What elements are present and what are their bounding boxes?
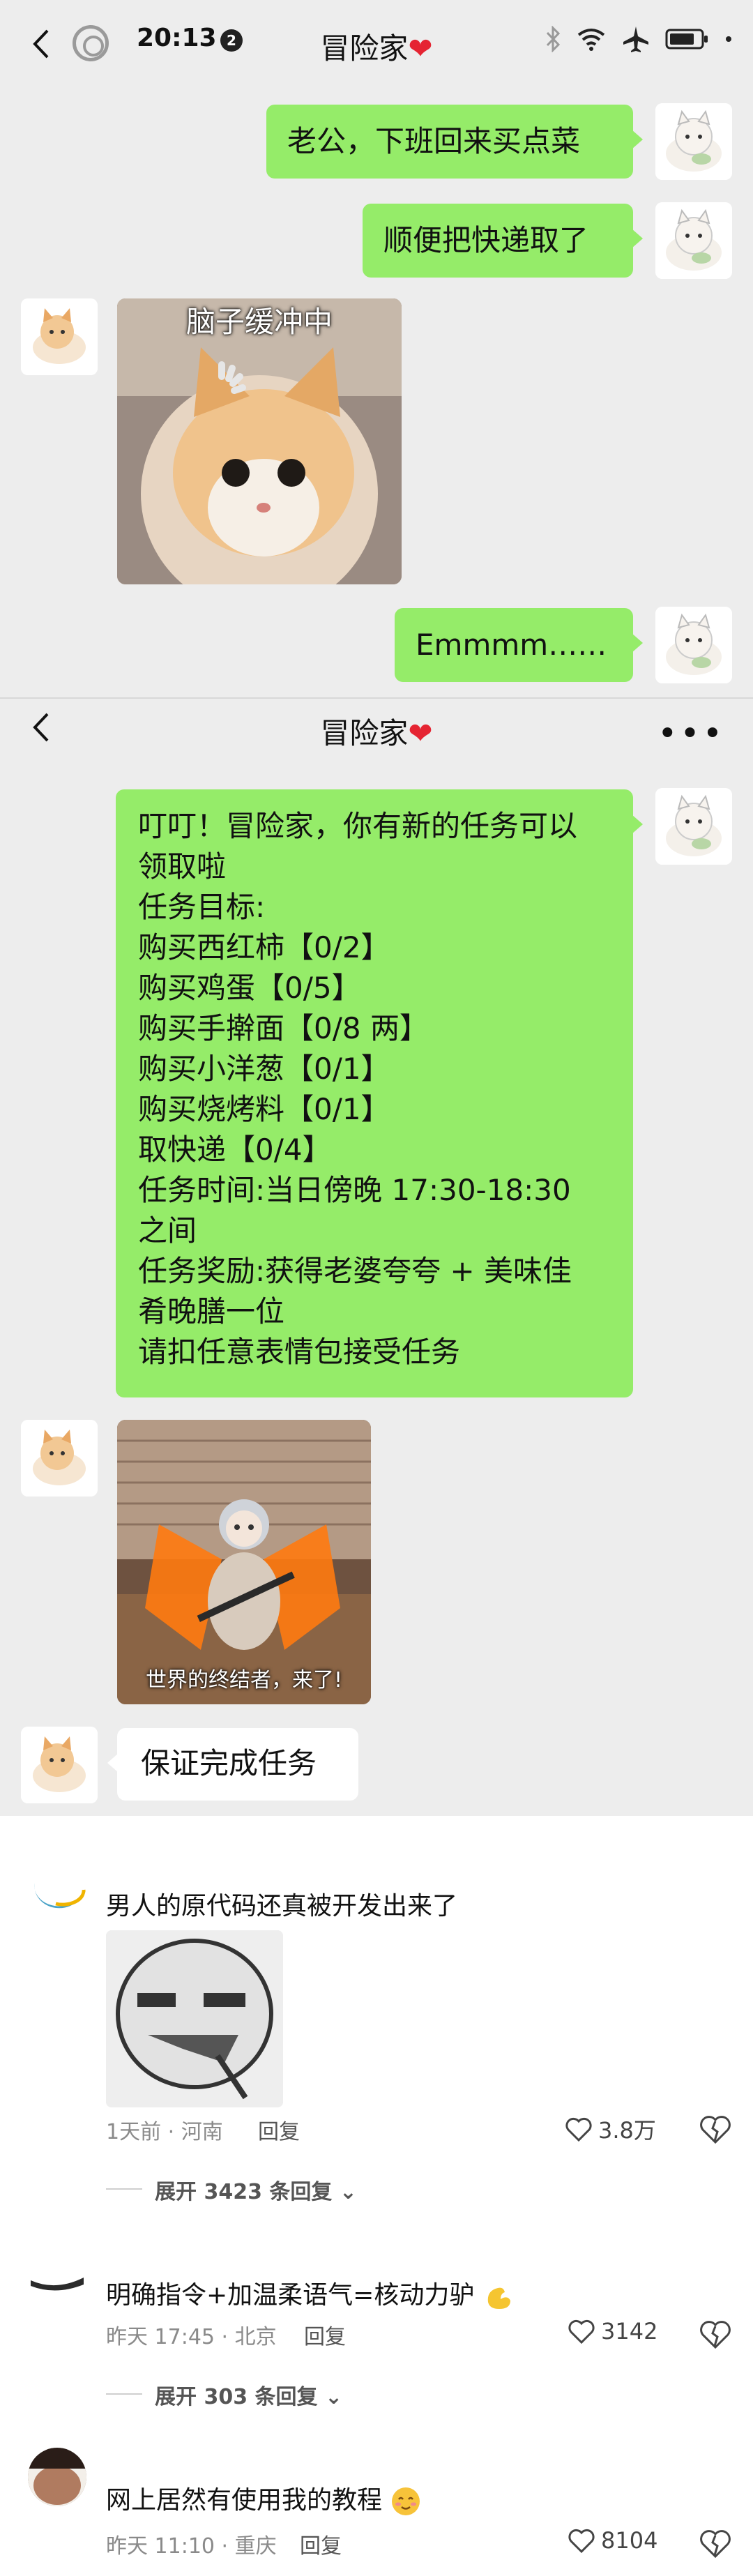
expand-text: 展开 3423 条回复: [155, 2180, 333, 2204]
cat-warrior-photo-icon: [117, 1420, 371, 1704]
reply-button[interactable]: 回复: [300, 2529, 342, 2559]
battery-icon: [665, 29, 708, 50]
expand-text: 展开 303 条回复: [155, 2385, 318, 2409]
status-and-title-bar: 20:13 2 冒险家❤: [0, 0, 753, 91]
commenter-avatar[interactable]: [28, 2252, 86, 2311]
task-line: 购买西红柿【0/2】: [138, 930, 390, 964]
like-count: 3.8万: [598, 2117, 656, 2144]
like-count: 8104: [601, 2527, 658, 2554]
cat-avatar-icon: [655, 607, 732, 683]
comment-text: 明确指令+加温柔语气=核动力驴: [106, 2275, 513, 2312]
face-avatar-icon: [28, 2448, 86, 2506]
sticker-terminator-cat[interactable]: 世界的终结者，来了!: [117, 1420, 371, 1704]
like-button[interactable]: 3142: [568, 2318, 657, 2344]
task-line: 领取啦: [138, 849, 227, 884]
sticker-caption: 脑子缓冲中: [185, 305, 333, 339]
my-avatar[interactable]: [655, 788, 732, 865]
meme-face-icon: [106, 1930, 283, 2107]
chevron-down-icon: ⌄: [339, 2180, 357, 2204]
sticker-buffering-cat[interactable]: 脑子缓冲中: [117, 298, 402, 584]
dislike-icon[interactable]: [699, 2113, 732, 2145]
sticker-caption: 世界的终结者，来了!: [145, 1668, 343, 1692]
chat-title-text: 冒险家: [320, 31, 409, 66]
comment-text-content: 网上居然有使用我的教程: [106, 2486, 383, 2515]
message-text: 老公，下班回来买点菜: [287, 124, 581, 158]
comment-text: 网上居然有使用我的教程: [106, 2480, 422, 2517]
message-bubble-received[interactable]: 保证完成任务: [107, 1728, 358, 1801]
cat-avatar-icon: [655, 788, 732, 865]
message-text: Emmmm……: [416, 628, 607, 662]
task-line: 购买手擀面【0/8 两】: [138, 1011, 429, 1045]
orange-cat-avatar-icon: [21, 1727, 98, 1803]
task-line: 取快递【0/4】: [138, 1132, 332, 1167]
comment-meta: 昨天 17:45 · 北京: [106, 2325, 277, 2349]
task-line: 之间: [138, 1213, 197, 1248]
task-line: 任务奖励:获得老婆夸夸 + 美味佳: [138, 1254, 572, 1288]
chevron-down-icon: ⌄: [324, 2385, 343, 2409]
task-line: 叮叮！冒险家，你有新的任务可以: [138, 809, 578, 843]
commenter-avatar[interactable]: [28, 2448, 86, 2506]
bluetooth-icon: [546, 26, 561, 52]
comment-text: 男人的原代码还真被开发出来了: [106, 1892, 458, 1920]
message-bubble-sent[interactable]: 顺便把快递取了: [363, 204, 643, 278]
dislike-icon[interactable]: [699, 2527, 732, 2559]
task-message-bubble[interactable]: 叮叮！冒险家，你有新的任务可以 领取啦 任务目标: 购买西红柿【0/2】 购买鸡…: [116, 789, 643, 1397]
reply-button[interactable]: 回复: [304, 2319, 346, 2350]
reply-button[interactable]: 回复: [258, 2114, 300, 2145]
message-bubble-sent[interactable]: 老公，下班回来买点菜: [266, 105, 643, 179]
task-line: 肴晚膳一位: [138, 1294, 285, 1328]
expand-line: [106, 2188, 142, 2190]
wifi-icon: [577, 29, 605, 51]
task-line: 任务时间:当日傍晚 17:30-18:30: [138, 1173, 571, 1207]
heart-outline-icon: [568, 2319, 595, 2344]
message-text: 顺便把快递取了: [383, 223, 589, 257]
comment-text-content: 明确指令+加温柔语气=核动力驴: [106, 2281, 475, 2310]
my-avatar[interactable]: [655, 202, 732, 279]
orange-cat-avatar-icon: [21, 298, 98, 375]
expand-replies-button[interactable]: 展开 3423 条回复 ⌄: [155, 2174, 357, 2205]
message-bubble-sent[interactable]: Emmmm……: [395, 608, 643, 682]
task-line: 购买鸡蛋【0/5】: [138, 971, 361, 1005]
cat-avatar-icon: [655, 103, 732, 180]
blush-emoji-icon: [392, 2487, 420, 2515]
comment-meta: 1天前 · 河南: [106, 2120, 223, 2144]
commenter-avatar[interactable]: [28, 1855, 86, 1914]
heart-outline-icon: [568, 2529, 595, 2554]
partner-avatar[interactable]: [21, 298, 98, 375]
like-count: 3142: [601, 2318, 658, 2344]
chat-title: 冒险家❤: [0, 710, 753, 752]
task-line: 购买烧烤料【0/1】: [138, 1092, 390, 1126]
partner-avatar[interactable]: [21, 1727, 98, 1803]
airplane-icon: [623, 26, 648, 52]
more-options-icon[interactable]: •••: [657, 714, 725, 753]
dark-arc-avatar-icon: [28, 2252, 86, 2311]
strong-arm-emoji-icon: [487, 2287, 510, 2309]
task-line: 请扣任意表情包接受任务: [138, 1335, 461, 1369]
cat-avatar-icon: [655, 202, 732, 279]
task-line: 任务目标:: [138, 890, 266, 924]
comment-meme-image[interactable]: [106, 1930, 283, 2107]
task-line: 购买小洋葱【0/1】: [138, 1052, 390, 1086]
message-text: 保证完成任务: [141, 1746, 317, 1780]
chat-title-text: 冒险家: [320, 716, 409, 750]
expand-replies-button[interactable]: 展开 303 条回复 ⌄: [155, 2379, 342, 2410]
expand-line: [106, 2393, 142, 2395]
like-button[interactable]: 3.8万: [565, 2113, 656, 2145]
more-dot-icon: [726, 36, 731, 42]
cat-photo-icon: [117, 298, 402, 584]
dislike-icon[interactable]: [699, 2318, 732, 2350]
partner-avatar[interactable]: [21, 1420, 98, 1497]
like-button[interactable]: 8104: [568, 2527, 657, 2554]
heart-icon: ❤: [408, 716, 433, 750]
orange-cat-avatar-icon: [21, 1420, 98, 1497]
my-avatar[interactable]: [655, 607, 732, 683]
comment-meta: 昨天 11:10 · 重庆: [106, 2534, 277, 2559]
my-avatar[interactable]: [655, 103, 732, 180]
status-icons: [545, 25, 732, 53]
heart-outline-icon: [565, 2117, 592, 2142]
heart-icon: ❤: [408, 31, 433, 66]
moon-avatar-icon: [28, 1855, 86, 1914]
divider: [0, 697, 753, 699]
